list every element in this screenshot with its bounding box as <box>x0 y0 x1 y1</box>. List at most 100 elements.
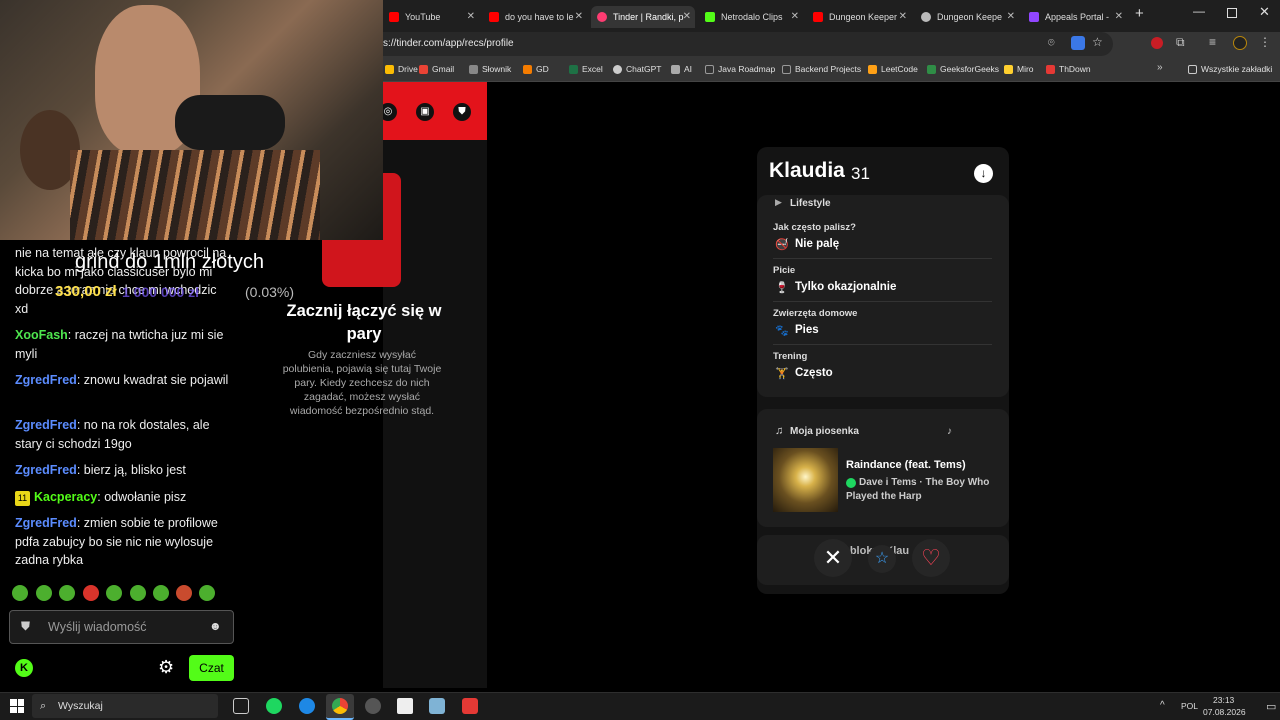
like-button[interactable]: ♡ <box>912 539 950 577</box>
divider <box>773 258 992 259</box>
notes-icon[interactable] <box>429 698 445 714</box>
notification-icon[interactable]: ▭ <box>1266 700 1276 713</box>
close-icon[interactable]: ✕ <box>575 6 583 28</box>
bookmark-gd[interactable]: GD <box>523 62 549 76</box>
close-icon[interactable]: ✕ <box>899 6 907 28</box>
url-field[interactable]: s://tinder.com/app/recs/profile <box>383 32 1113 56</box>
tab-appeals-portal[interactable]: Appeals Portal - ✕ <box>1023 6 1127 28</box>
divider <box>773 301 992 302</box>
taskbar-search[interactable]: ⌕ Wyszukaj <box>32 694 218 718</box>
shield-icon[interactable]: ⛊ <box>453 103 471 121</box>
chevron-right-icon[interactable]: » <box>1157 62 1163 73</box>
maximize-icon[interactable] <box>1227 8 1237 18</box>
tab-video[interactable]: do you have to le ✕ <box>483 6 587 28</box>
bookmark-java-roadmap[interactable]: Java Roadmap <box>705 62 775 76</box>
bookmark-geeksforgeeks[interactable]: GeeksforGeeks <box>927 62 999 76</box>
gd-icon <box>523 65 532 74</box>
chat-send-button[interactable]: Czat <box>189 655 234 681</box>
obs-icon[interactable] <box>365 698 381 714</box>
bookmark-excel[interactable]: Excel <box>569 62 603 76</box>
anthem-section: ♫ Moja piosenka ♪ Raindance (feat. Tems)… <box>757 409 1009 527</box>
media-icon[interactable]: ≡ <box>1209 35 1216 49</box>
clock-time[interactable]: 23:13 <box>1213 695 1234 705</box>
bookmark-star-icon[interactable]: ☆ <box>1092 35 1103 49</box>
briefcase-icon[interactable]: ▣ <box>416 103 434 121</box>
tab-dungeon-keeper-2[interactable]: Dungeon Keepe ✕ <box>915 6 1019 28</box>
tab-tinder[interactable]: Tinder | Randki, p ✕ <box>591 6 695 28</box>
kick-icon[interactable]: K <box>15 659 33 677</box>
bookmark-chatgpt[interactable]: ChatGPT <box>613 62 661 76</box>
tray-chevron-icon[interactable]: ^ <box>1160 700 1165 711</box>
gmail-icon <box>419 65 428 74</box>
smoking-label: Jak często palisz? <box>773 222 856 233</box>
youtube-icon <box>389 12 399 22</box>
bookmark-miro[interactable]: Miro <box>1004 62 1034 76</box>
spotify-icon[interactable] <box>266 698 282 714</box>
nope-button[interactable]: ✕ <box>814 539 852 577</box>
new-tab-button[interactable]: + <box>1135 5 1144 22</box>
emote-icon[interactable] <box>12 585 28 601</box>
windows-start-icon[interactable] <box>10 699 24 713</box>
tab-kick-clips[interactable]: Netrodalo Clips ✕ <box>699 6 803 28</box>
chat-input[interactable]: ⛊ Wyślij wiadomość ☻ <box>9 610 234 644</box>
chat-message: ZgredFred: zmien sobie te profilowe pdfa… <box>15 516 218 567</box>
close-icon[interactable]: ✕ <box>683 6 691 28</box>
close-window-icon[interactable]: ✕ <box>1259 4 1270 20</box>
emote-icon[interactable] <box>59 585 75 601</box>
tag-icon: ▶ <box>775 197 782 207</box>
translate-icon[interactable] <box>1071 36 1085 50</box>
avatar[interactable] <box>1233 36 1247 50</box>
folder-icon <box>1188 65 1197 74</box>
emote-icon[interactable] <box>83 585 99 601</box>
task-view-icon[interactable] <box>233 698 249 714</box>
anthem-heading: Moja piosenka <box>790 426 859 437</box>
glass-icon: 🍷 <box>775 282 789 294</box>
gear-icon[interactable]: ⚙ <box>158 657 174 678</box>
bookmarks-bar: Drive Gmail Słownik GD Excel ChatGPT AI … <box>383 56 1280 82</box>
chat-message: ZgredFred: znowu kwadrat sie pojawil <box>15 373 229 387</box>
bookmark-ai[interactable]: AI <box>671 62 692 76</box>
goal-amount: 330,00 zł <box>55 283 117 300</box>
puzzle-icon[interactable]: ⧉ <box>1176 35 1185 50</box>
emote-icon[interactable] <box>176 585 192 601</box>
app-icon[interactable] <box>397 698 413 714</box>
bookmark-drive[interactable]: Drive <box>385 62 418 76</box>
drive-icon <box>385 65 394 74</box>
close-icon[interactable]: ✕ <box>791 6 799 28</box>
emote-icon[interactable] <box>130 585 146 601</box>
edge-icon[interactable] <box>299 698 315 714</box>
app-icon[interactable] <box>462 698 478 714</box>
bookmark-gmail[interactable]: Gmail <box>419 62 454 76</box>
all-bookmarks[interactable]: Wszystkie zakładki <box>1188 62 1272 76</box>
profile-age: 31 <box>851 164 870 183</box>
smoking-value: Nie palę <box>795 238 840 250</box>
arrow-down-icon[interactable]: ↓ <box>974 164 993 183</box>
bookmark-backend-projects[interactable]: Backend Projects <box>782 62 861 76</box>
pets-label: Zwierzęta domowe <box>773 308 858 319</box>
language-indicator[interactable]: POL <box>1181 701 1198 711</box>
superlike-button[interactable]: ☆ <box>868 545 896 573</box>
emote-icon[interactable] <box>106 585 122 601</box>
emote-icon[interactable] <box>36 585 52 601</box>
emote-icon[interactable] <box>153 585 169 601</box>
minimize-icon[interactable]: — <box>1193 4 1205 18</box>
close-icon[interactable]: ✕ <box>1007 6 1015 28</box>
location-icon[interactable]: ⌾ <box>1048 37 1055 50</box>
tab-youtube[interactable]: YouTube ✕ <box>383 6 479 28</box>
youtube-icon <box>813 12 823 22</box>
tab-dungeon-keeper[interactable]: Dungeon Keeper ✕ <box>807 6 911 28</box>
workout-value: Często <box>795 367 833 379</box>
emote-icon[interactable] <box>199 585 215 601</box>
chat-message: 11 Kacperacy: odwołanie pisz <box>15 488 230 507</box>
clock-date[interactable]: 07.08.2026 <box>1203 707 1246 717</box>
speaker-icon[interactable]: ♪ <box>947 426 952 437</box>
bookmark-leetcode[interactable]: LeetCode <box>868 62 918 76</box>
album-cover[interactable] <box>773 448 838 512</box>
extension-icon[interactable] <box>1151 37 1163 49</box>
close-icon[interactable]: ✕ <box>467 6 475 28</box>
bookmark-slownik[interactable]: Słownik <box>469 62 511 76</box>
close-icon[interactable]: ✕ <box>1115 6 1123 28</box>
menu-icon[interactable]: ⋮ <box>1259 35 1271 49</box>
bookmark-thdown[interactable]: ThDown <box>1046 62 1091 76</box>
emoji-icon[interactable]: ☻ <box>209 619 222 633</box>
